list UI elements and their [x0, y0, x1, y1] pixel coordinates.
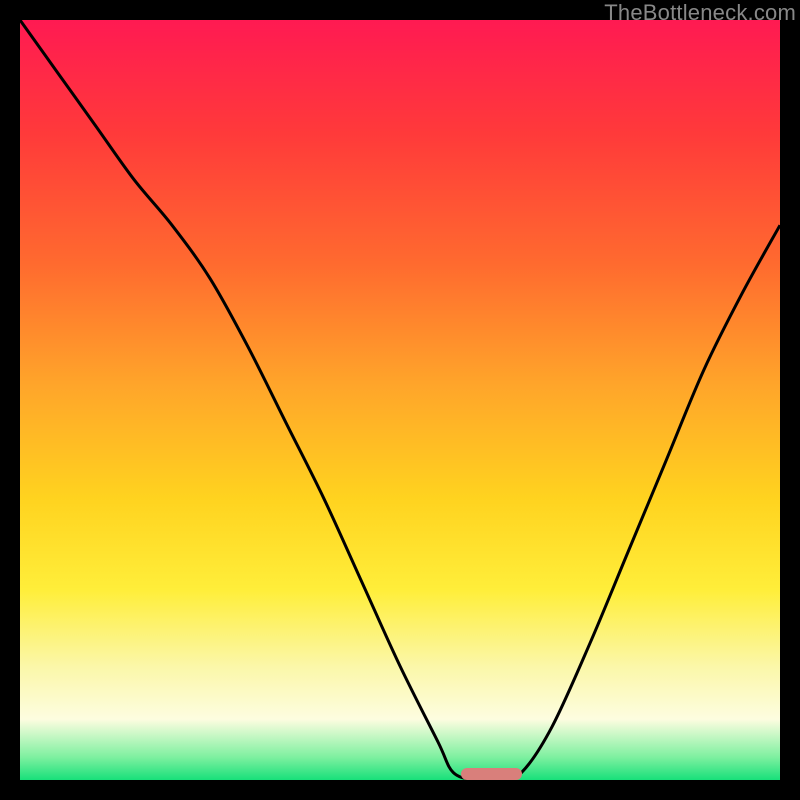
optimal-range-marker	[461, 768, 522, 780]
curve-path	[20, 20, 780, 780]
chart-frame: TheBottleneck.com	[0, 0, 800, 800]
bottleneck-curve	[20, 20, 780, 780]
plot-area	[20, 20, 780, 780]
